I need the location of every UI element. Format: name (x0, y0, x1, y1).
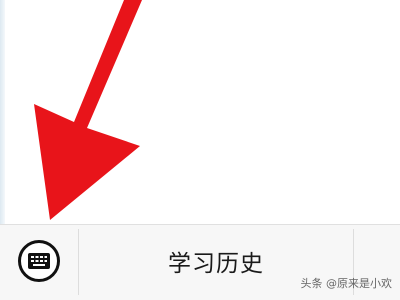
keyboard-toggle-button[interactable] (18, 240, 60, 282)
watermark-text: 头条 @原来是小欢 (300, 277, 393, 290)
red-arrow-annotation (34, 0, 142, 220)
bottom-menu-bar: 学习历史 头条 @原来是小欢 (0, 224, 400, 300)
keyboard-icon (28, 253, 50, 269)
